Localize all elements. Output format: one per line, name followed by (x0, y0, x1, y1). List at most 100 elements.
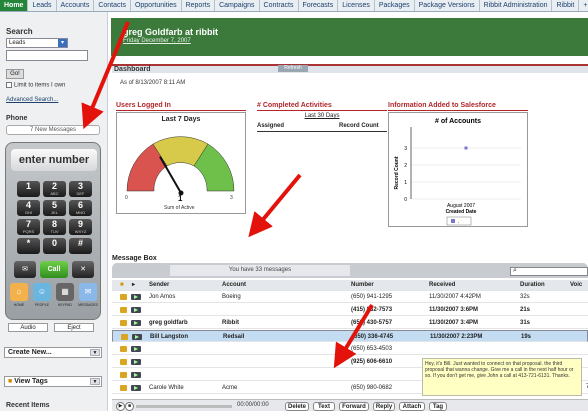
eject-button[interactable]: Eject (54, 323, 94, 332)
stop-icon[interactable]: ■ (125, 402, 134, 411)
keypad-key[interactable]: 5 JKL (43, 200, 66, 216)
keypad-key[interactable]: 6 MNO (69, 200, 92, 216)
keypad-key[interactable]: * (17, 238, 40, 254)
delete-button[interactable]: Delete (285, 402, 309, 411)
col-number[interactable]: Number (351, 280, 374, 291)
envelope-icon: ✉ (22, 266, 28, 273)
play-icon[interactable] (131, 294, 141, 300)
keypad-key[interactable]: 1 (17, 181, 40, 197)
key-digit: 8 (51, 219, 57, 229)
tab-campaigns[interactable]: Campaigns (215, 0, 260, 11)
go-button[interactable]: Go! (6, 69, 24, 79)
folder-icon (120, 320, 127, 326)
accounts-chart[interactable]: # of Accounts Record Count 0123 August 2… (388, 112, 528, 227)
view-tags-dropdown[interactable]: ■ View Tags ▼ (4, 376, 102, 387)
table-row[interactable]: Bill Langston Redsail (650) 336-4745 11/30/… (112, 330, 588, 342)
search-scope-select[interactable]: Leads ▾ (6, 38, 68, 48)
legend-label: . (458, 219, 459, 225)
phone-widget: enter number ✉ Call ✕ ⌂ ☺ ▦ ✉ HOME PEOPL… (5, 142, 101, 320)
play-icon[interactable]: ▶ (116, 402, 125, 411)
tab-reports[interactable]: Reports (182, 0, 216, 11)
tab-contracts[interactable]: Contracts (260, 0, 299, 11)
tab-accounts[interactable]: Accounts (57, 0, 95, 11)
search-input[interactable] (6, 50, 88, 61)
cell-sender: greg goldfarb (149, 320, 188, 326)
col-sender[interactable]: Sender (149, 280, 169, 291)
tab-package-versions[interactable]: Package Versions (415, 0, 480, 11)
key-digit: 0 (51, 238, 57, 248)
table-row[interactable]: (415) 832-7573 11/30/2007 3:6PM 21s (112, 304, 588, 316)
tab-licenses[interactable]: Licenses (338, 0, 375, 11)
tab-home[interactable]: Home (0, 0, 29, 11)
hangup-button[interactable]: ✉ (14, 261, 36, 278)
gauge-chart[interactable]: Last 7 Days 0 3 1 Sum of Active (116, 112, 246, 214)
cell-duration: 31s (520, 320, 531, 326)
folder-icon (120, 385, 127, 391)
table-row[interactable]: (650) 653-4503 (112, 343, 588, 355)
play-icon[interactable] (132, 334, 142, 340)
advanced-search-link[interactable]: Advanced Search... (6, 97, 58, 103)
seek-bar[interactable] (136, 405, 232, 408)
table-row[interactable]: Jon Amos Boeing (650) 941-1295 11/30/2007 4… (112, 291, 588, 303)
message-search-input[interactable]: ⌕ (510, 267, 588, 276)
play-icon[interactable] (131, 307, 141, 313)
tab-forecasts[interactable]: Forecasts (299, 0, 339, 11)
folder-icon (120, 359, 127, 365)
tab-packages[interactable]: Packages (375, 0, 415, 11)
tab-opportunities[interactable]: Opportunities (131, 0, 182, 11)
play-icon[interactable] (131, 346, 141, 352)
keypad-key[interactable]: 2 ABC (43, 181, 66, 197)
tab-ribbit-administration[interactable]: Ribbit Administration (480, 0, 553, 11)
forward-button[interactable]: Forward (339, 402, 369, 411)
col-account[interactable]: Account (222, 280, 246, 291)
play-icon[interactable] (131, 359, 141, 365)
tab-more[interactable]: + (579, 0, 588, 11)
tab-contacts[interactable]: Contacts (94, 0, 131, 11)
reply-button[interactable]: Reply (373, 402, 395, 411)
table-row[interactable]: greg goldfarb Ribbit (650) 430-5757 11/30/2… (112, 317, 588, 329)
limit-checkbox[interactable]: Limit to items I own (6, 82, 65, 89)
gauge-max-label: 3 (230, 195, 233, 201)
home-label: HOME (13, 303, 25, 307)
attach-button[interactable]: Attach (399, 402, 425, 411)
home-icon[interactable]: ⌂ (10, 283, 28, 301)
key-digit: 4 (25, 200, 31, 210)
chart-title: # of Accounts (435, 118, 481, 125)
keypad-key[interactable]: 4 GHI (17, 200, 40, 216)
folder-icon (120, 346, 127, 352)
audio-button[interactable]: Audio (8, 323, 48, 332)
call-button[interactable]: Call (40, 261, 68, 278)
people-icon[interactable]: ☺ (33, 283, 51, 301)
create-new-dropdown[interactable]: Create New... ▼ (4, 347, 102, 358)
keypad-key[interactable]: 3 DEF (69, 181, 92, 197)
phone-display[interactable]: enter number (11, 149, 97, 171)
play-icon[interactable] (131, 385, 141, 391)
message-transcript-tooltip: Hey, it's Bill. Just wanted to connect o… (422, 358, 582, 396)
y-tick-label: 1 (404, 180, 407, 186)
col-received[interactable]: Received (429, 280, 455, 291)
col-duration[interactable]: Duration (520, 280, 545, 291)
col-voice[interactable]: Voic (570, 280, 582, 291)
cell-duration: 19s (521, 334, 532, 340)
keypad-key[interactable]: 8 TUV (43, 219, 66, 235)
page-date-link[interactable]: Friday December 7, 2007 (123, 38, 191, 44)
play-icon[interactable] (131, 320, 141, 326)
new-messages-button[interactable]: 7 New Messages (6, 125, 100, 135)
messages-icon[interactable]: ✉ (79, 283, 97, 301)
keypad-key[interactable]: 0 (43, 238, 66, 254)
keypad-key[interactable]: 7 PQRS (17, 219, 40, 235)
sort-icon[interactable]: ▸ (132, 280, 135, 291)
nav-tab-bar: Home Leads Accounts Contacts Opportunities Re… (0, 0, 588, 12)
refresh-button[interactable]: Refresh (278, 65, 308, 72)
play-icon[interactable] (131, 372, 141, 378)
keypad-icon[interactable]: ▦ (56, 283, 74, 301)
keypad-key[interactable]: # (69, 238, 92, 254)
tag-button[interactable]: Tag (429, 402, 447, 411)
text-button[interactable]: Text (313, 402, 335, 411)
tab-ribbit[interactable]: Ribbit (552, 0, 580, 11)
clear-button[interactable]: ✕ (72, 261, 94, 278)
tab-leads[interactable]: Leads (28, 0, 57, 11)
activities-subtitle[interactable]: Last 30 Days (257, 113, 387, 119)
key-digit: 3 (77, 181, 83, 191)
keypad-key[interactable]: 9 WXYZ (69, 219, 92, 235)
